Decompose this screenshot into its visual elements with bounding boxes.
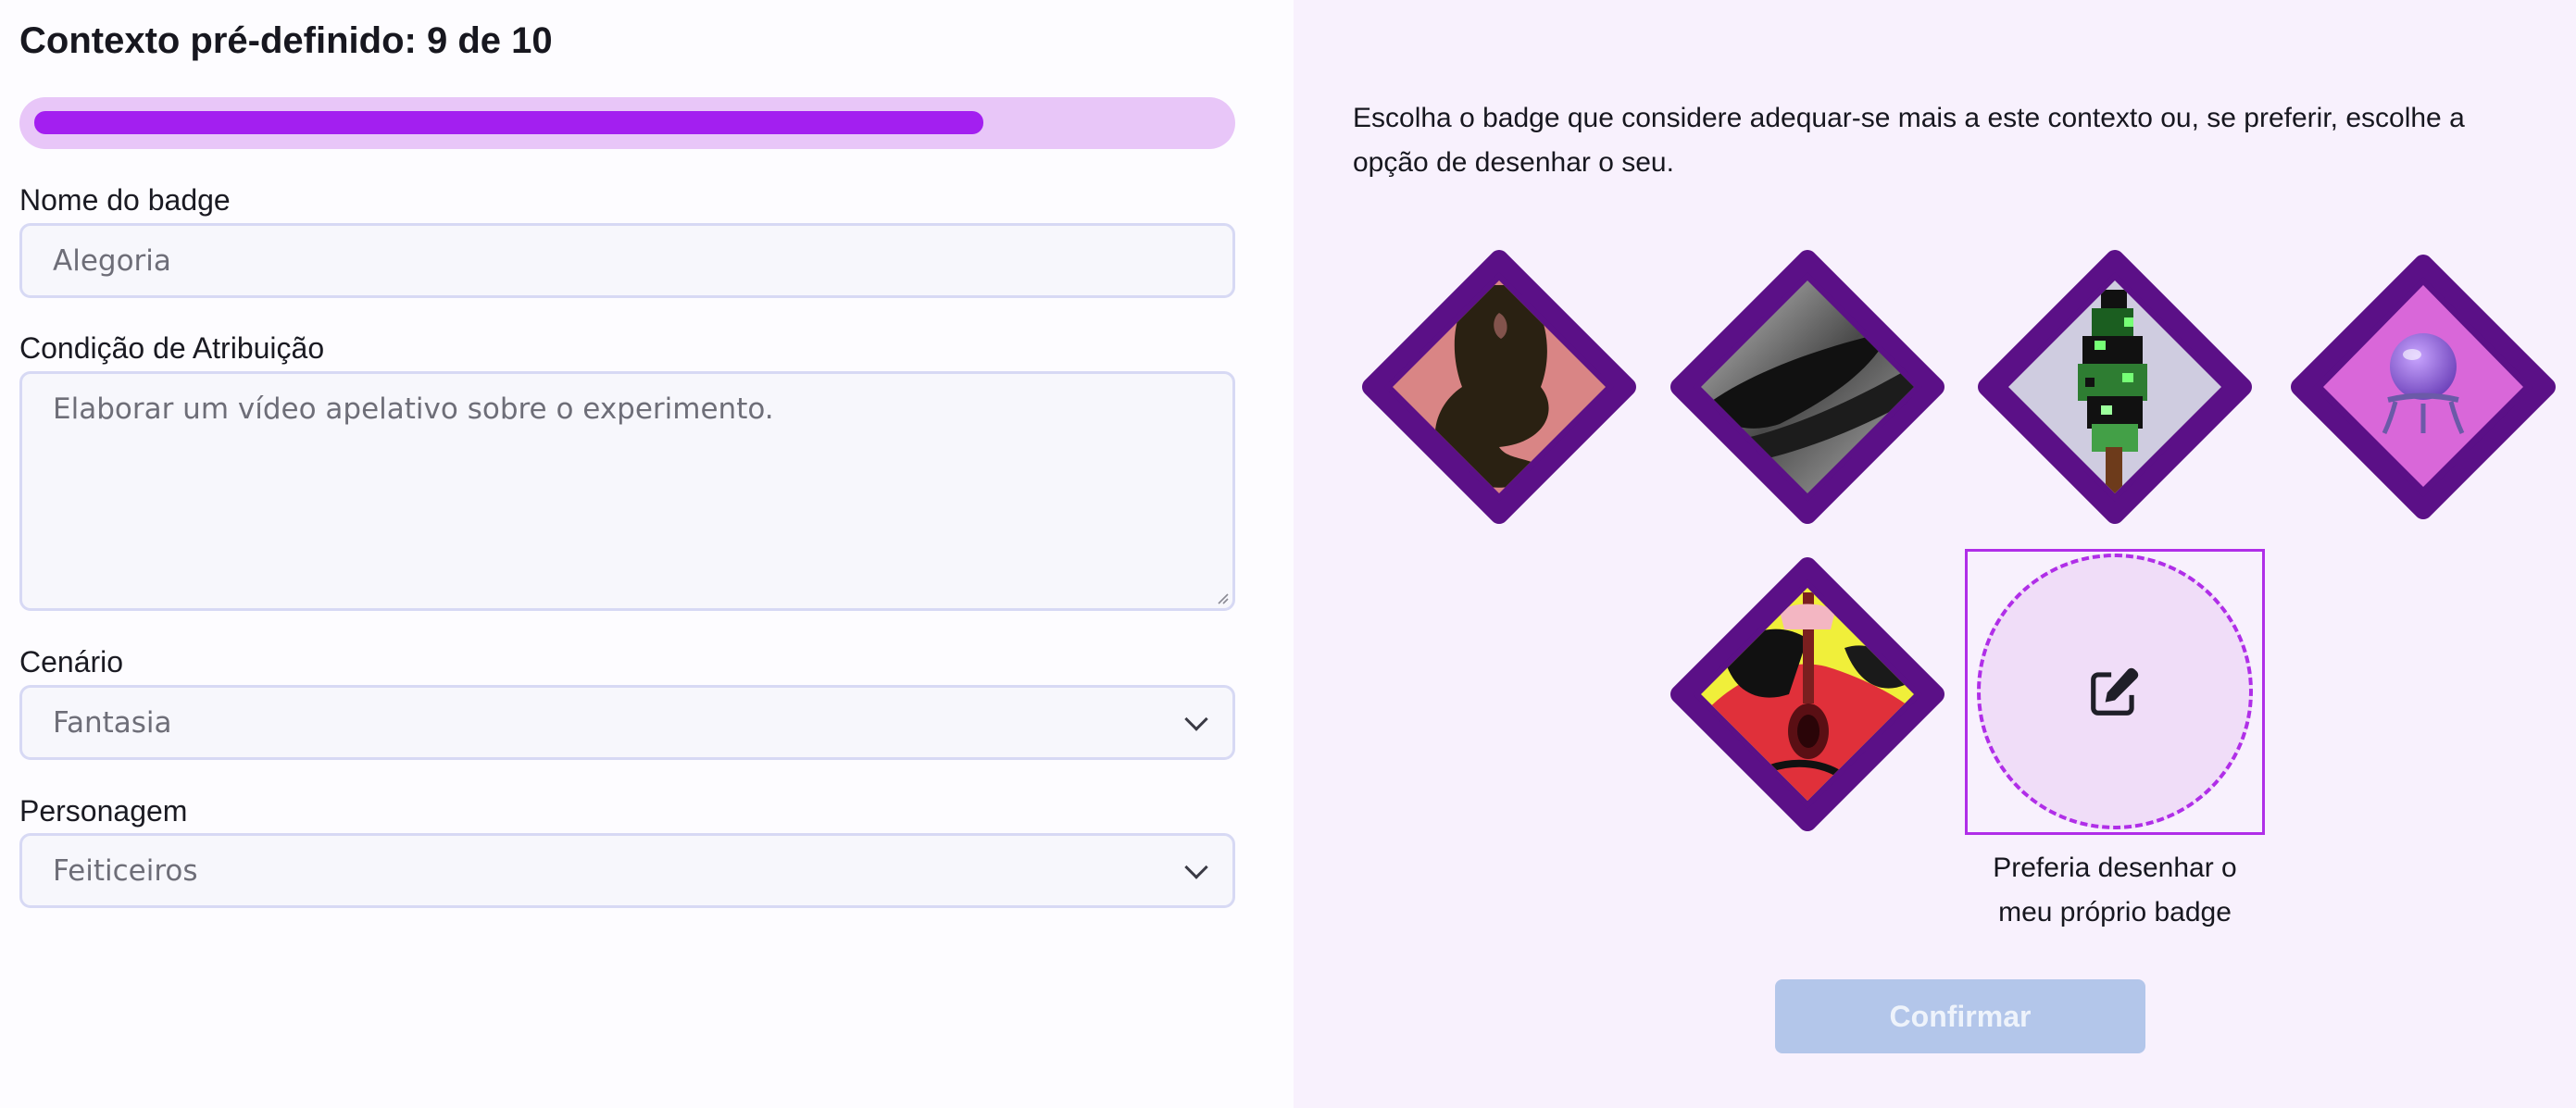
pixel-tree-badge-icon [1978,250,2252,524]
scenario-value: Fantasia [53,705,172,740]
badge-name-label: Nome do badge [19,183,231,217]
confirm-button[interactable]: Confirmar [1775,979,2145,1053]
badge-option-pixel-tree[interactable] [1976,248,2254,526]
chevron-down-icon [1184,854,1208,879]
draw-own-badge-circle [1977,554,2253,829]
resize-grip-icon[interactable] [1216,591,1229,604]
scenario-label: Cenário [19,645,124,678]
page-title: Contexto pré-definido: 9 de 10 [19,20,553,61]
instructions-text: Escolha o badge que considere adequar-se… [1353,103,2465,178]
edit-icon [2091,667,2139,716]
character-select[interactable]: Feiticeiros [19,833,1235,908]
condition-label: Condição de Atribuição [19,331,325,365]
scenario-select[interactable]: Fantasia [19,685,1235,760]
badge-option-crystal-ball[interactable] [2284,248,2562,526]
wizard-hat-badge-icon [1670,250,1945,524]
draw-own-badge-option[interactable] [1965,549,2265,835]
progress-bar-fill [34,111,983,134]
condition-textarea[interactable]: Elaborar um vídeo apelativo sobre o expe… [19,371,1235,611]
badge-name-input[interactable]: Alegoria [19,223,1235,298]
badge-option-silhouette[interactable] [1360,248,1638,526]
progress-bar [19,97,1235,149]
chevron-down-icon [1184,706,1208,731]
character-value: Feiticeiros [53,853,198,888]
draw-own-badge-caption: Preferia desenhar o meu próprio badge [1993,853,2237,927]
crystal-ball-badge-icon [2291,255,2556,519]
form-panel: Contexto pré-definido: 9 de 10 Nome do b… [0,0,1294,1108]
character-label: Personagem [19,794,188,828]
page: Contexto pré-definido: 9 de 10 Nome do b… [0,0,2576,1108]
condition-value: Elaborar um vídeo apelativo sobre o expe… [53,392,774,426]
badge-name-value: Alegoria [53,243,171,278]
badge-option-wizard-hat[interactable] [1669,248,1946,526]
badge-option-red-guitar[interactable] [1669,555,1946,833]
badge-selection-panel: Escolha o badge que considere adequar-se… [1294,0,2576,1108]
silhouette-badge-icon [1362,250,1636,524]
red-guitar-badge-icon [1670,557,1945,831]
